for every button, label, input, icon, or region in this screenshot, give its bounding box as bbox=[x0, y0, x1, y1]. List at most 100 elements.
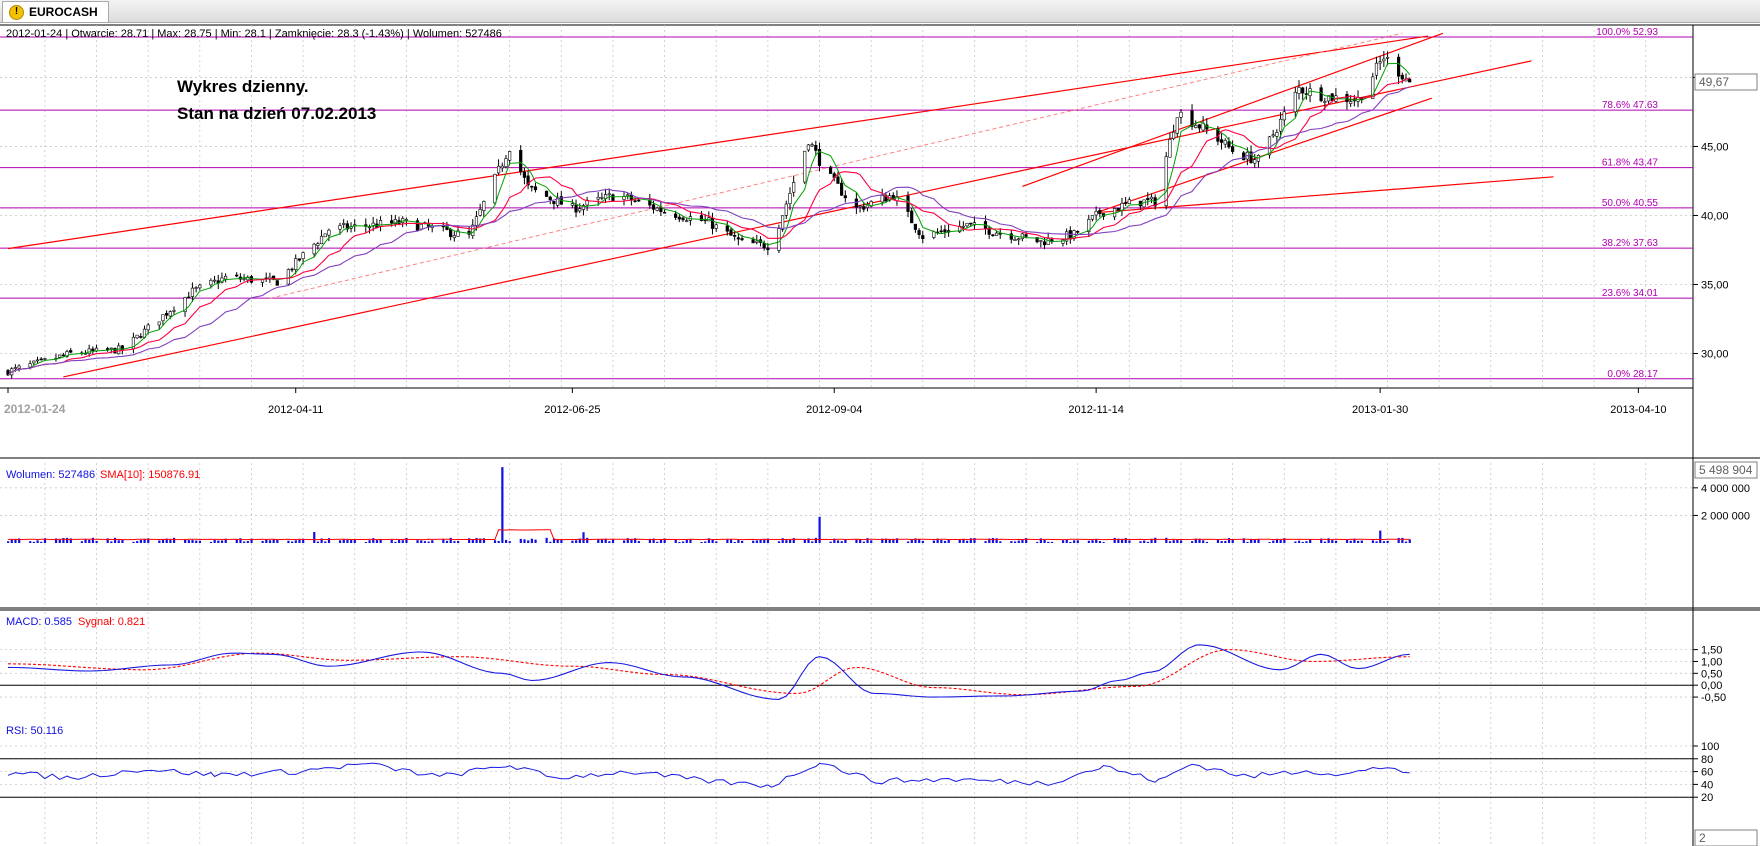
stock-chart[interactable]: 100.0% 52.93 78.6% 47.63 61.8% 43.47 50.0% … bbox=[0, 22, 1760, 846]
x-tick-label: 2012-11-14 bbox=[1068, 404, 1123, 416]
volume-bar bbox=[1069, 542, 1072, 543]
volume-y-tick-label: 4 000 000 bbox=[1701, 483, 1750, 495]
volume-bar bbox=[368, 540, 371, 543]
trendline bbox=[7, 35, 1429, 250]
volume-bar bbox=[58, 539, 61, 543]
candle-body bbox=[504, 158, 508, 168]
candle-body bbox=[1120, 203, 1124, 211]
candle-body bbox=[1400, 74, 1404, 80]
candle-body bbox=[168, 311, 172, 317]
x-tick-label: 2013-01-30 bbox=[1352, 404, 1408, 416]
candle-body bbox=[777, 228, 781, 251]
axes: 2012-01-24 2012-04-11 2012-06-25 2012-09-04… bbox=[4, 72, 1758, 846]
candle-body bbox=[578, 208, 582, 212]
volume-bar bbox=[113, 537, 117, 543]
candle-body bbox=[319, 235, 324, 245]
volume-bar bbox=[1246, 541, 1249, 543]
x-tick-label: 2013-04-10 bbox=[1610, 404, 1666, 416]
candle-body bbox=[1127, 199, 1131, 204]
volume-bar bbox=[445, 540, 449, 543]
candle-body bbox=[965, 222, 969, 227]
volume-bar bbox=[737, 539, 740, 543]
warning-icon: ! bbox=[9, 4, 24, 20]
volume-bar bbox=[1050, 541, 1054, 543]
rsi-y-tick-label: 60 bbox=[1701, 767, 1713, 779]
price-y-tick-label: 45,00 bbox=[1701, 141, 1729, 153]
volume-bar bbox=[622, 540, 626, 543]
candle-body bbox=[766, 247, 770, 251]
volume-sma-line bbox=[8, 529, 1410, 541]
volume-bar bbox=[243, 541, 246, 543]
volume-bar bbox=[1371, 540, 1374, 543]
candle-body bbox=[1013, 239, 1017, 241]
volume-bar bbox=[999, 541, 1002, 543]
candle-body bbox=[1124, 202, 1128, 204]
candle-body bbox=[275, 280, 279, 286]
candle-body bbox=[209, 280, 213, 286]
volume-bar bbox=[80, 541, 83, 543]
volume-bar bbox=[95, 540, 98, 543]
candle-body bbox=[1223, 139, 1227, 145]
volume-bar bbox=[504, 539, 508, 543]
candle-body bbox=[212, 279, 217, 282]
volume-bar bbox=[1323, 541, 1327, 543]
volume-bar bbox=[401, 540, 404, 543]
candle-body bbox=[482, 201, 486, 211]
candle-body bbox=[1323, 101, 1327, 103]
tab-label: EUROCASH bbox=[29, 5, 98, 19]
volume-bar bbox=[1091, 540, 1094, 543]
volume-bar bbox=[187, 540, 190, 543]
volume-bar bbox=[637, 541, 640, 543]
volume-bar bbox=[862, 541, 865, 543]
volume-bar bbox=[1179, 540, 1183, 543]
candle-body bbox=[519, 150, 523, 172]
volume-bar bbox=[571, 540, 574, 543]
volume-bar bbox=[597, 539, 600, 543]
x-tick-label: 2012-01-24 bbox=[4, 402, 66, 416]
rsi-y-tick-label: 40 bbox=[1701, 779, 1713, 791]
candle-body bbox=[87, 348, 91, 354]
volume-bar bbox=[353, 539, 356, 543]
volume-bar bbox=[172, 537, 176, 543]
candle-body bbox=[906, 195, 910, 212]
candle-body bbox=[312, 243, 316, 255]
volume-bar bbox=[427, 541, 430, 543]
volume-bar bbox=[788, 539, 792, 543]
volume-bar bbox=[586, 537, 589, 543]
candle-body bbox=[139, 336, 143, 338]
candle-body bbox=[113, 347, 117, 354]
candle-body bbox=[674, 213, 678, 218]
volume-bar bbox=[855, 539, 858, 543]
price-series bbox=[6, 50, 1412, 379]
volume-bar bbox=[811, 541, 814, 543]
candle-body bbox=[1042, 241, 1047, 246]
candle-body bbox=[390, 220, 394, 224]
volume-bar bbox=[298, 539, 301, 543]
volume-bar bbox=[984, 541, 987, 543]
candle-body bbox=[172, 310, 176, 312]
volume-bar bbox=[678, 541, 681, 543]
candle-body bbox=[1374, 62, 1379, 76]
volume-bar bbox=[316, 541, 320, 543]
candle-body bbox=[659, 207, 663, 213]
candle-body bbox=[1271, 134, 1275, 137]
candle-body bbox=[1094, 210, 1098, 216]
volume-bar bbox=[416, 540, 419, 543]
volume-bar bbox=[527, 540, 530, 543]
candle-body bbox=[135, 334, 139, 339]
candle-body bbox=[1090, 215, 1095, 220]
tab-eurocash[interactable]: ! EUROCASH bbox=[2, 1, 109, 22]
candle-body bbox=[1408, 78, 1412, 83]
candle-body bbox=[755, 240, 759, 243]
volume-bar bbox=[1139, 541, 1142, 543]
volume-bar bbox=[158, 540, 161, 543]
candle-body bbox=[1253, 159, 1257, 164]
volume-bar bbox=[1047, 541, 1050, 543]
candle-body bbox=[792, 182, 796, 193]
candle-body bbox=[1301, 87, 1305, 94]
volume-bar bbox=[962, 539, 965, 543]
volume-bar bbox=[689, 539, 692, 543]
candle-body bbox=[736, 237, 740, 240]
candle-body bbox=[1349, 101, 1353, 104]
fibonacci-label: 38.2% 37.63 bbox=[1602, 238, 1659, 249]
